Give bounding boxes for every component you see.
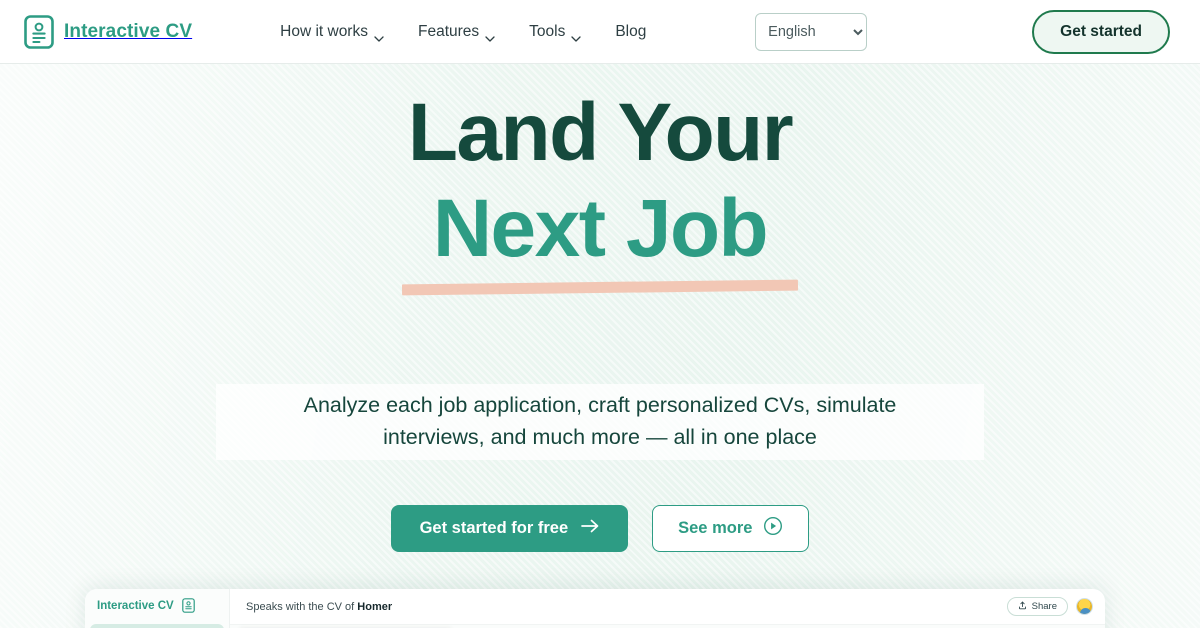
app-preview-mockup: Interactive CV Speaks with the CV of Hom… bbox=[85, 589, 1105, 628]
get-started-for-free-button[interactable]: Get started for free bbox=[390, 505, 629, 552]
nav-label: Blog bbox=[615, 22, 647, 40]
id-card-icon bbox=[24, 14, 54, 49]
nav-label: How it works bbox=[280, 22, 368, 40]
speaks-prefix: Speaks with the CV of bbox=[246, 600, 355, 613]
id-card-icon bbox=[181, 598, 195, 613]
nav-label: Features bbox=[417, 22, 480, 40]
speaks-cv-name: Homer bbox=[357, 600, 393, 613]
sidebar-item-jobs-applications[interactable]: Jobs applications bbox=[90, 624, 224, 628]
speaks-with-label: Speaks with the CV of Homer bbox=[246, 601, 392, 613]
chevron-down-icon bbox=[571, 29, 581, 42]
header-actions: English Get started bbox=[755, 9, 1170, 54]
landing-page: Interactive CV How it works Features Too… bbox=[0, 0, 1200, 628]
nav-item-features[interactable]: Features bbox=[417, 22, 495, 42]
hero-cta-row: Get started for free See more bbox=[0, 505, 1200, 552]
mockup-topbar: Speaks with the CV of Homer Share bbox=[230, 589, 1105, 625]
mockup-brand-name: Interactive CV bbox=[97, 599, 174, 612]
mockup-topbar-actions: Share bbox=[1006, 597, 1093, 616]
site-header: Interactive CV How it works Features Too… bbox=[0, 0, 1200, 64]
get-started-button[interactable]: Get started bbox=[1032, 9, 1170, 54]
language-select[interactable]: English bbox=[755, 12, 868, 51]
hero-title-line-1: Land Your bbox=[407, 87, 794, 178]
mockup-main: Speaks with the CV of Homer Share bbox=[230, 589, 1105, 628]
primary-cta-label: Get started for free bbox=[419, 519, 569, 537]
main-navigation: How it works Features Tools Blog bbox=[280, 22, 646, 42]
hero-title: Land Your Next Job bbox=[0, 87, 1200, 296]
hero-section: Land Your Next Job Analyze each job appl… bbox=[0, 64, 1200, 628]
hero-title-line-2: Next Job bbox=[432, 183, 769, 274]
hero-subtitle: Analyze each job application, craft pers… bbox=[304, 390, 897, 453]
hero-subtitle-block: Analyze each job application, craft pers… bbox=[216, 384, 984, 460]
arrow-right-icon bbox=[581, 519, 599, 538]
avatar[interactable] bbox=[1076, 598, 1093, 615]
nav-item-how-it-works[interactable]: How it works bbox=[280, 22, 384, 42]
share-label: Share bbox=[1031, 601, 1057, 612]
chevron-down-icon bbox=[374, 29, 384, 42]
see-more-button[interactable]: See more bbox=[652, 505, 810, 552]
secondary-cta-label: See more bbox=[678, 519, 753, 537]
nav-item-blog[interactable]: Blog bbox=[615, 23, 646, 41]
brand-logo[interactable]: Interactive CV bbox=[24, 14, 193, 49]
mockup-brand: Interactive CV bbox=[85, 598, 229, 624]
nav-label: Tools bbox=[529, 22, 566, 40]
hero-subtitle-line-2: interviews, and much more — all in one p… bbox=[383, 425, 817, 449]
play-circle-icon bbox=[763, 516, 783, 541]
brand-name: Interactive CV bbox=[64, 20, 193, 42]
title-underline-accent bbox=[401, 279, 799, 296]
hero-subtitle-line-1: Analyze each job application, craft pers… bbox=[303, 393, 897, 418]
upload-icon bbox=[1018, 601, 1027, 613]
chevron-down-icon bbox=[485, 29, 495, 42]
share-button[interactable]: Share bbox=[1006, 597, 1068, 616]
mockup-sidebar: Interactive CV bbox=[85, 589, 230, 628]
nav-item-tools[interactable]: Tools bbox=[529, 22, 581, 42]
